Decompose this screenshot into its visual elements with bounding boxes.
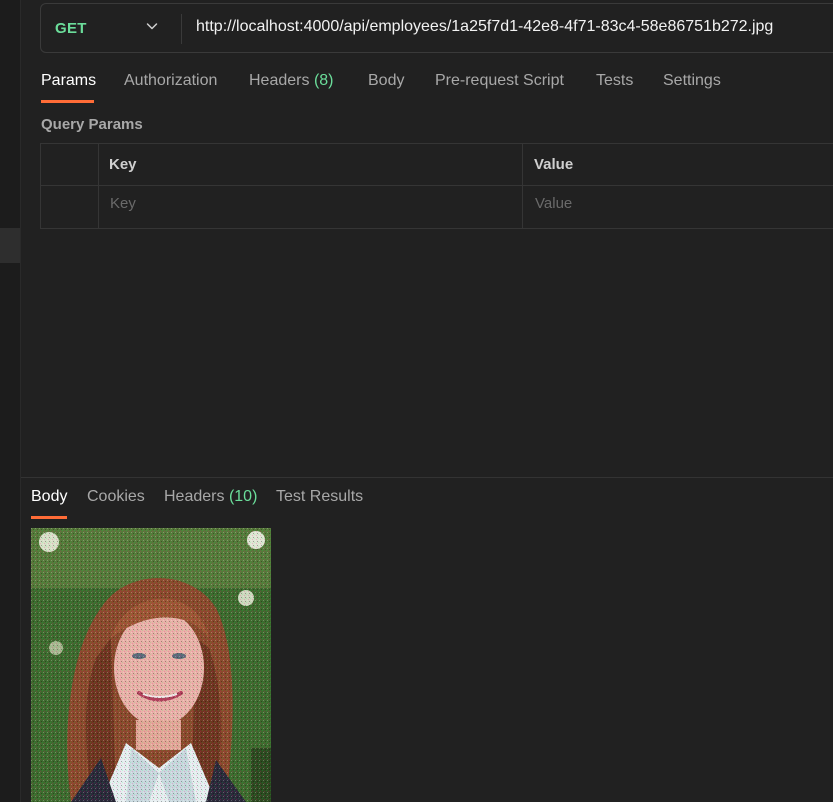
tab-pre-request-script[interactable]: Pre-request Script — [435, 72, 564, 90]
response-pane-divider[interactable] — [21, 477, 833, 478]
tab-tests[interactable]: Tests — [596, 72, 633, 90]
active-response-tab-indicator — [31, 516, 67, 519]
url-separator — [181, 14, 182, 44]
method-label: GET — [55, 20, 87, 37]
response-tab-cookies[interactable]: Cookies — [87, 488, 145, 506]
tab-headers[interactable]: Headers (8) — [249, 72, 334, 90]
query-params-title: Query Params — [41, 116, 143, 133]
table-column-divider — [98, 144, 99, 228]
table-column-divider — [522, 144, 523, 228]
tab-authorization[interactable]: Authorization — [124, 72, 217, 90]
method-selector[interactable]: GET — [41, 4, 181, 52]
table-row-divider — [41, 185, 833, 186]
value-column-header: Value — [534, 156, 574, 173]
key-column-header: Key — [109, 156, 137, 173]
query-params-table: Key Value Key Value — [40, 143, 833, 229]
active-tab-indicator — [41, 100, 94, 103]
response-headers-count: (10) — [228, 488, 258, 505]
tab-params[interactable]: Params — [41, 72, 96, 90]
portrait-photo — [31, 528, 271, 802]
sidebar-active-item[interactable] — [0, 228, 20, 263]
chevron-down-icon — [146, 23, 158, 30]
tab-body[interactable]: Body — [368, 72, 404, 90]
response-tab-body[interactable]: Body — [31, 488, 67, 506]
key-input[interactable]: Key — [110, 195, 136, 212]
tab-settings[interactable]: Settings — [663, 72, 721, 90]
left-sidebar-rail — [0, 0, 21, 802]
response-tab-headers[interactable]: Headers (10) — [164, 488, 257, 506]
url-input[interactable]: http://localhost:4000/api/employees/1a25… — [196, 18, 773, 36]
response-tab-test-results[interactable]: Test Results — [276, 488, 363, 506]
response-image — [31, 528, 271, 802]
request-url-bar: GET http://localhost:4000/api/employees/… — [40, 3, 833, 53]
value-input[interactable]: Value — [535, 195, 572, 212]
headers-count: (8) — [313, 72, 334, 89]
